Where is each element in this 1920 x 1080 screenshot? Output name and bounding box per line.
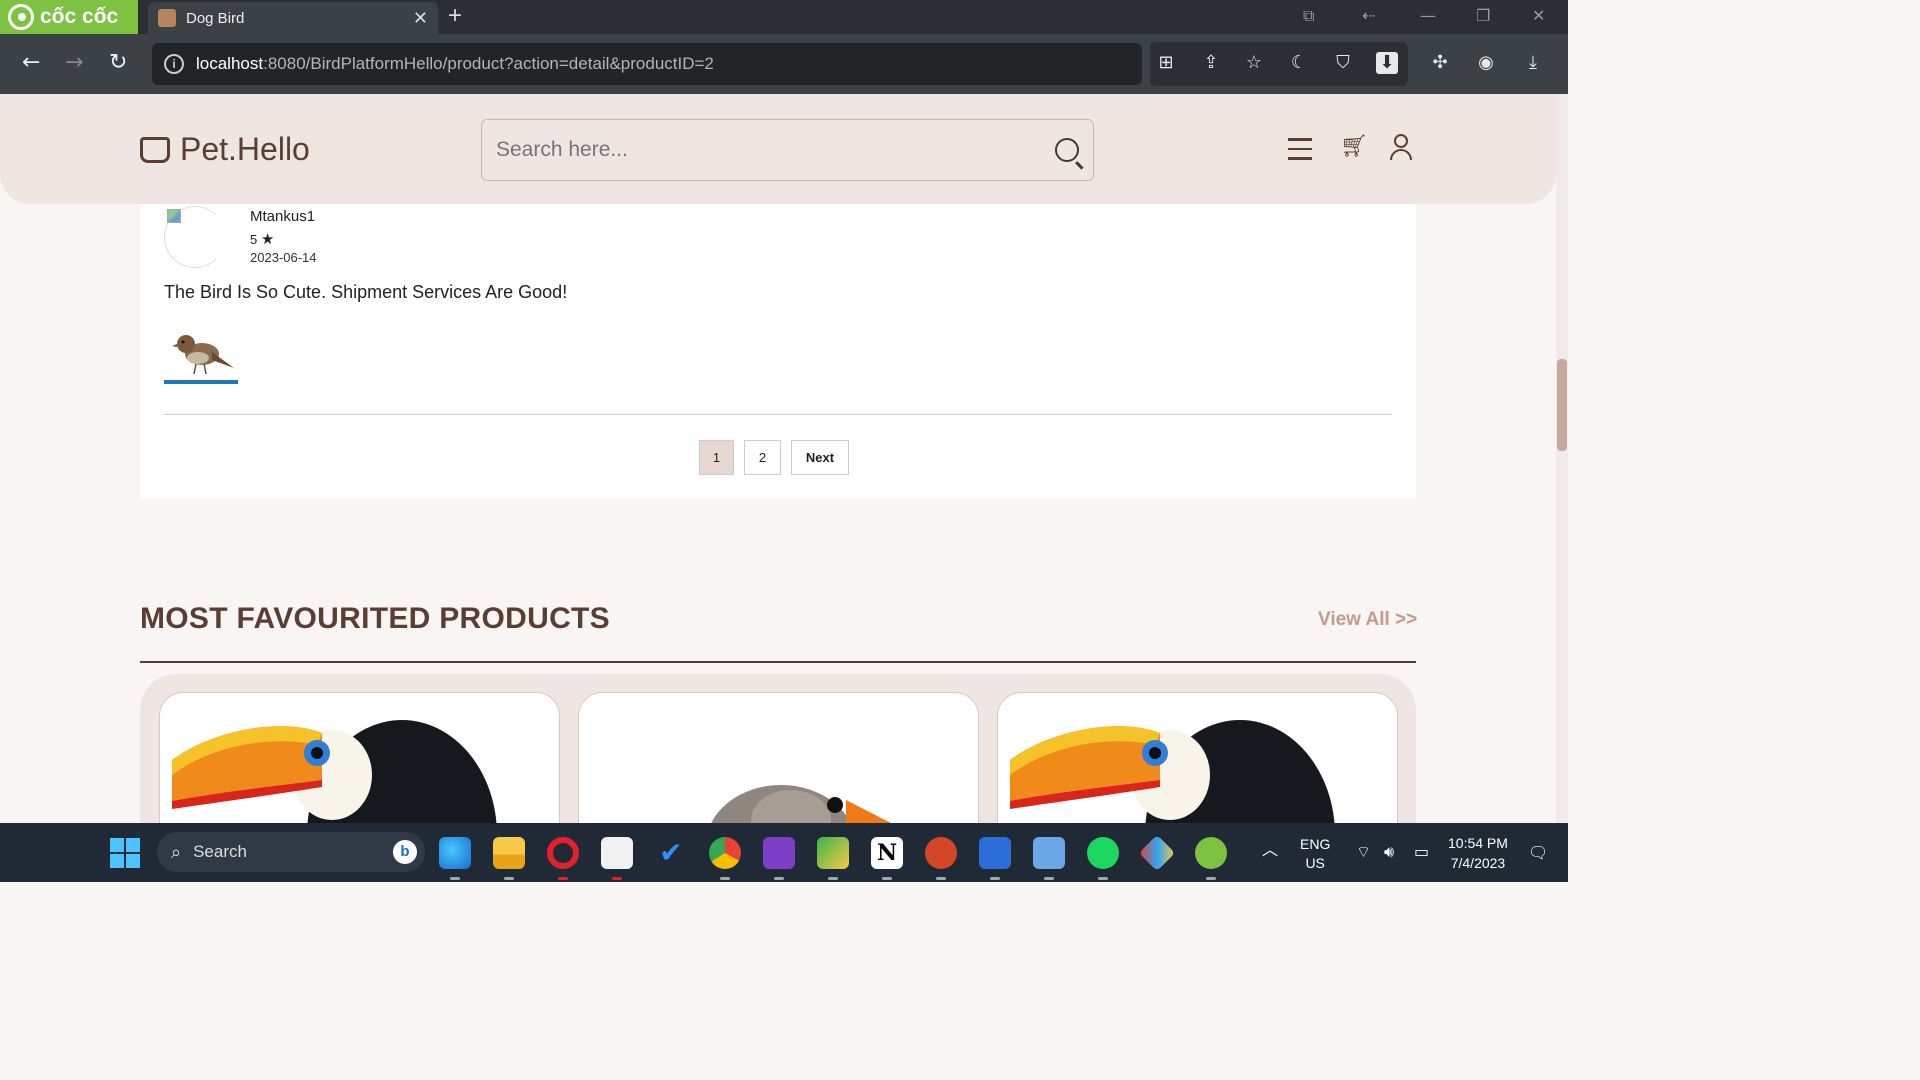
taskbar-search-label: Search	[193, 842, 247, 861]
taskbar-search[interactable]: ⌕ Search b	[157, 832, 425, 872]
site-search-input[interactable]	[496, 138, 1055, 162]
toolbar-action-panel	[1150, 42, 1408, 86]
share-icon[interactable]: ⇪	[1200, 52, 1222, 74]
coccoc-logo-icon	[8, 4, 34, 30]
taskbar-clock[interactable]: 10:54 PM 7/4/2023	[1448, 833, 1508, 873]
product-image-toucan	[172, 705, 547, 823]
spotify-icon[interactable]	[1087, 837, 1119, 880]
maximize-button[interactable]: ❐	[1476, 6, 1490, 25]
section-divider	[140, 661, 1416, 663]
page-scrollbar[interactable]	[1556, 94, 1568, 823]
language-indicator[interactable]: ENG US	[1300, 835, 1330, 873]
cart-icon[interactable]: 🛒︎	[1340, 134, 1368, 159]
product-card[interactable]	[578, 692, 979, 823]
scrollbar-thumb[interactable]	[1557, 359, 1567, 451]
product-card[interactable]	[997, 692, 1398, 823]
search-icon[interactable]	[1055, 138, 1079, 162]
visual-studio-icon[interactable]	[763, 837, 795, 880]
tab-favicon-icon	[158, 9, 176, 27]
product-image-toucan	[1010, 705, 1385, 823]
site-logo-text: Pet.Hello	[180, 131, 310, 167]
back-icon[interactable]: ←	[22, 50, 40, 75]
extensions-icon[interactable]: ✣	[1429, 52, 1451, 74]
shop-icon	[140, 136, 170, 163]
tab-search-icon[interactable]: ⧉	[1303, 6, 1314, 26]
url-path: :8080/BirdPlatformHello/product?action=d…	[263, 54, 714, 73]
download-manager-icon[interactable]: ⬇	[1376, 52, 1398, 74]
review-text: The Bird Is So Cute. Shipment Services A…	[164, 282, 568, 302]
windows-start-icon[interactable]	[110, 838, 140, 872]
opera-icon[interactable]	[547, 837, 579, 880]
file-explorer-icon[interactable]	[493, 837, 525, 880]
product-image-sparrow	[591, 705, 966, 823]
section-title: MOST FAVOURITED PRODUCTS	[140, 602, 610, 635]
site-header: Pet.Hello 🛒︎	[0, 94, 1556, 204]
forward-icon[interactable]: →	[65, 50, 83, 75]
close-window-button[interactable]: ✕	[1532, 6, 1545, 25]
taskbar-search-icon: ⌕	[171, 841, 182, 862]
url-host: localhost	[196, 54, 264, 73]
user-icon[interactable]	[1390, 134, 1412, 162]
region-code: US	[1305, 855, 1325, 871]
clock-time: 10:54 PM	[1448, 835, 1508, 851]
review-photo[interactable]	[164, 316, 238, 390]
site-search-box[interactable]	[481, 119, 1094, 181]
star-icon: ★	[260, 231, 275, 248]
notification-icon[interactable]: 🗨︎	[1528, 843, 1548, 862]
review-date: 2023-06-14	[250, 250, 317, 265]
coccoc-brand-button[interactable]: cốc cốc	[0, 0, 138, 34]
browser-tab[interactable]: Dog Bird ✕	[148, 2, 438, 34]
address-bar[interactable]: i localhost:8080/BirdPlatformHello/produ…	[152, 43, 1142, 85]
word-icon[interactable]	[979, 837, 1011, 880]
review-rating: 5 ★	[250, 230, 274, 248]
view-all-link[interactable]: View All >>	[1318, 609, 1417, 631]
battery-icon[interactable]: ▭	[1414, 842, 1429, 861]
downloads-icon[interactable]: ⤓	[1522, 52, 1544, 74]
broken-image-icon	[167, 209, 181, 223]
edge-icon[interactable]	[439, 837, 471, 880]
page-viewport: Mtankus1 5 ★ 2023-06-14 The Bird Is So C…	[0, 94, 1556, 823]
powerpoint-icon[interactable]	[925, 837, 957, 880]
excel-tool-icon[interactable]	[817, 837, 849, 880]
todo-icon[interactable]: ✔	[655, 837, 687, 869]
wifi-icon[interactable]: ⌔	[1356, 842, 1371, 862]
language-code: ENG	[1300, 836, 1331, 852]
page-button-2[interactable]: 2	[744, 440, 781, 475]
coccoc-brand-label: cốc cốc	[40, 5, 119, 28]
reviews-divider	[164, 414, 1392, 415]
translate-icon[interactable]: ⊞	[1155, 52, 1177, 74]
profile-icon[interactable]: ◉	[1475, 52, 1497, 74]
notion-icon[interactable]: N	[871, 837, 903, 880]
history-icon[interactable]: ⇠	[1362, 6, 1375, 25]
volume-icon[interactable]: 🔊︎	[1384, 842, 1394, 862]
bing-icon[interactable]: b	[393, 840, 417, 864]
snipping-tool-icon[interactable]	[601, 837, 633, 880]
menu-icon[interactable]	[1288, 138, 1312, 160]
new-tab-button[interactable]: +	[448, 2, 462, 30]
tab-close-icon[interactable]: ✕	[413, 8, 428, 29]
minimize-button[interactable]: —	[1420, 6, 1436, 25]
reviewer-name: Mtankus1	[250, 208, 316, 225]
tray-overflow-icon[interactable]: ︿	[1262, 836, 1278, 860]
clock-date: 7/4/2023	[1450, 855, 1506, 871]
reviewer-avatar	[164, 206, 226, 268]
dark-mode-icon[interactable]: ☾	[1288, 52, 1310, 74]
reload-icon[interactable]: ↻	[109, 50, 127, 75]
review-rating-value: 5	[250, 232, 258, 247]
bookmark-star-icon[interactable]: ☆	[1243, 52, 1265, 74]
coccoc-taskbar-icon[interactable]	[1195, 837, 1227, 880]
site-logo[interactable]: Pet.Hello	[140, 131, 310, 168]
virtualbox-icon[interactable]	[1033, 837, 1065, 880]
shield-icon[interactable]: ⛉	[1332, 52, 1354, 74]
chrome-icon[interactable]	[709, 837, 741, 880]
tab-title: Dog Bird	[186, 9, 245, 27]
site-info-icon[interactable]: i	[164, 54, 184, 74]
next-page-button[interactable]: Next	[791, 440, 849, 475]
product-card[interactable]	[159, 692, 560, 823]
page-button-1[interactable]: 1	[699, 440, 734, 475]
